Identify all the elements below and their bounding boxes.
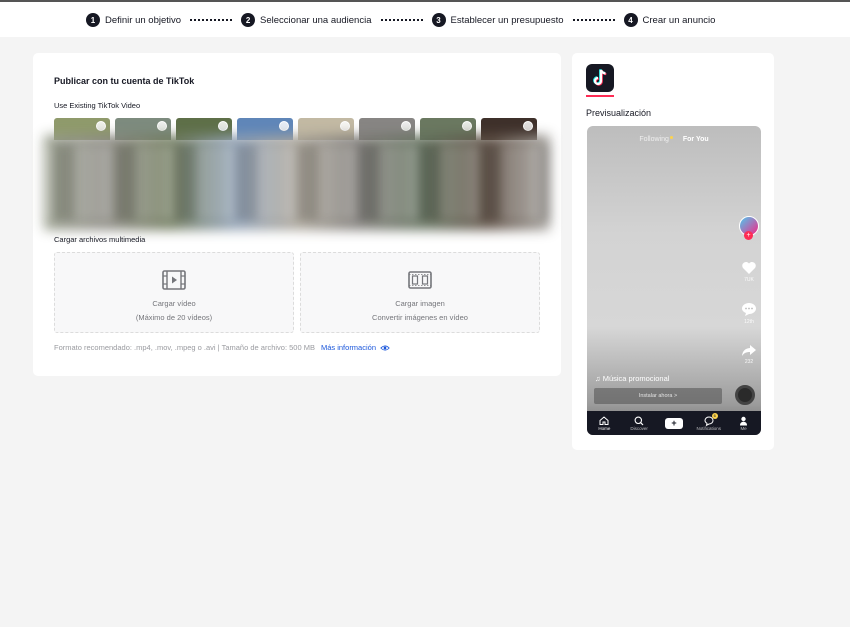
music-disc-icon [735,385,755,405]
profile-icon [740,416,748,425]
tab-create: + [659,417,689,429]
like-count: 7UK [744,277,754,283]
select-radio[interactable] [401,121,411,131]
select-radio[interactable] [523,121,533,131]
follow-plus-icon: + [744,231,753,240]
step-objective[interactable]: 1 Definir un objetivo [86,13,181,27]
step-connector [380,19,423,21]
upload-image-subtitle: Convertir imágenes en vídeo [372,313,468,322]
eye-icon[interactable] [380,344,390,352]
share-icon [742,345,756,356]
share-action: 232 [739,344,759,365]
preview-card: Previsualización Following For You + 7UK… [572,53,774,450]
tab-discover: Discover [624,416,654,431]
step-create-ad[interactable]: 4 Crear un anuncio [623,13,716,27]
stepper: 1 Definir un objetivo 2 Seleccionar una … [86,12,715,28]
step-label: Establecer un presupuesto [450,14,564,26]
publish-card: Publicar con tu cuenta de TikTok Use Exi… [33,53,561,376]
upload-image-title: Cargar imagen [395,299,445,308]
phone-preview: Following For You + 7UK 12th 232 ♫ Músic… [587,126,761,435]
tiktok-logo-icon[interactable] [586,64,614,92]
tab-label: Notifications [696,425,722,431]
tab-home: Home [589,416,619,431]
tab-label: Me [740,425,747,431]
upload-section-label: Cargar archivos multimedia [54,235,146,244]
live-dot [669,136,673,139]
feed-switch: Following For You [587,136,761,143]
format-note-text: Formato recomendado: .mp4, .mov, .mpeg o… [54,343,315,352]
tab-underline [586,95,614,97]
like-action: 7UK [739,261,759,283]
comment-count: 12th [744,319,754,325]
feed-following: Following [639,136,669,143]
upload-image-button[interactable]: Cargar imagen Convertir imágenes en víde… [300,252,540,333]
select-radio[interactable] [96,121,106,131]
comment-action: 12th [739,302,759,325]
upload-video-button[interactable]: Cargar vídeo (Máximo de 20 vídeos) [54,252,294,333]
search-icon [634,416,644,425]
select-radio[interactable] [157,121,167,131]
select-radio[interactable] [340,121,350,131]
step-label: Definir un objetivo [105,14,182,26]
step-number: 4 [623,13,638,27]
phone-tab-bar: Home Discover + 6 Notifications Me [587,411,761,435]
select-radio[interactable] [462,121,472,131]
step-budget[interactable]: 3 Establecer un presupuesto [431,13,564,27]
tab-me: Me [729,416,759,431]
step-number: 1 [86,13,100,27]
top-bar: 1 Definir un objetivo 2 Seleccionar una … [0,0,850,37]
upload-video-subtitle: (Máximo de 20 vídeos) [135,313,213,322]
share-count: 232 [744,359,754,365]
select-radio[interactable] [279,121,289,131]
step-label: Crear un anuncio [642,14,716,26]
video-icon [162,270,186,290]
step-audience[interactable]: 2 Seleccionar una audiencia [241,13,372,27]
select-radio[interactable] [218,121,228,131]
step-connector [572,19,615,21]
step-number: 3 [431,13,446,27]
more-info-link[interactable]: Más información [321,343,376,352]
tab-label: Discover [630,425,648,431]
heart-icon [742,262,756,274]
tab-notifications: 6 Notifications [694,412,724,431]
comment-icon [742,303,756,316]
existing-video-label: Use Existing TikTok Video [54,101,141,110]
step-number: 2 [241,13,256,27]
tab-label: Home [598,425,611,431]
home-icon [599,416,609,425]
card-title: Publicar con tu cuenta de TikTok [54,76,195,86]
blurred-thumbnails-overlay [44,145,550,220]
step-connector [190,19,233,21]
notification-badge: 6 [711,412,718,419]
format-note: Formato recomendado: .mp4, .mov, .mpeg o… [54,343,390,352]
install-now-button[interactable]: Instalar ahora > [594,388,722,404]
upload-video-title: Cargar vídeo [152,299,196,308]
music-label: ♫ Música promocional [595,374,670,383]
feed-for-you: For You [682,136,709,143]
create-plus-icon: + [664,417,683,429]
tiktok-note-icon [593,69,607,86]
preview-title: Previsualización [586,108,652,118]
step-label: Seleccionar una audiencia [260,14,372,26]
image-strip-icon [408,271,432,289]
